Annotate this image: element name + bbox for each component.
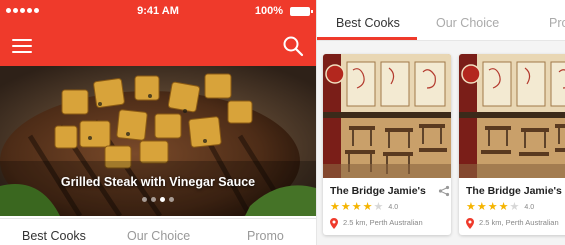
battery-percent: 100% <box>254 5 283 17</box>
star-icon: ★ <box>340 201 351 213</box>
restaurant-card[interactable]: The Bridge Jamie's ★ ★ ★ ★ ★ 4.0 2.5 km,… <box>323 54 451 235</box>
tab-our-choice[interactable]: Our Choice <box>436 16 499 30</box>
hero-carousel[interactable]: Grilled Steak with Vinegar Sauce <box>0 66 316 216</box>
location-pin-icon <box>466 218 474 229</box>
star-rating: ★ ★ ★ ★ ★ 4.0 <box>330 201 398 213</box>
home-screen: 9:41 AM 100% Grilled Steak with Vinegar … <box>0 0 316 245</box>
tab-best-cooks[interactable]: Best Cooks <box>22 229 86 243</box>
restaurant-interior-image <box>459 54 565 178</box>
search-icon[interactable] <box>282 35 304 57</box>
star-icon: ★ <box>487 201 498 213</box>
tab-our-choice[interactable]: Our Choice <box>127 229 190 243</box>
steak-dish-image <box>0 66 316 216</box>
rating-value: 4.0 <box>524 203 535 211</box>
category-tabs: Best Cooks Our Choice Promo <box>0 218 316 245</box>
restaurant-name: The Bridge Jamie's <box>330 185 426 197</box>
star-empty-icon: ★ <box>509 201 520 213</box>
pager-dot[interactable] <box>142 197 147 202</box>
pager-dot[interactable] <box>151 197 156 202</box>
restaurant-interior-image <box>323 54 451 178</box>
category-tabs-top: Best Cooks Our Choice Pro <box>317 0 565 41</box>
restaurant-name: The Bridge Jamie's <box>466 185 562 197</box>
hero-caption: Grilled Steak with Vinegar Sauce <box>60 175 256 189</box>
star-icon: ★ <box>476 201 487 213</box>
battery-icon <box>290 7 313 16</box>
app-header <box>0 24 316 66</box>
carousel-pager[interactable] <box>0 197 316 202</box>
star-icon: ★ <box>351 201 362 213</box>
hamburger-menu-icon[interactable] <box>12 39 32 54</box>
rating-value: 4.0 <box>388 203 399 211</box>
restaurant-card[interactable]: The Bridge Jamie's ★ ★ ★ ★ ★ 4.0 2.5 km,… <box>459 54 565 235</box>
pager-dot[interactable] <box>169 197 174 202</box>
status-bar: 9:41 AM 100% <box>0 0 316 24</box>
active-tab-indicator <box>317 37 417 40</box>
tab-best-cooks[interactable]: Best Cooks <box>336 16 400 30</box>
best-cooks-screen: Best Cooks Our Choice Pro <box>316 0 565 245</box>
tab-promo[interactable]: Pro <box>549 16 565 30</box>
star-icon: ★ <box>466 201 476 213</box>
star-icon: ★ <box>362 201 373 213</box>
star-rating: ★ ★ ★ ★ ★ 4.0 <box>466 201 534 213</box>
location-pin-icon <box>330 218 338 229</box>
restaurant-location: 2.5 km, Perth Australian <box>479 218 559 227</box>
restaurant-location: 2.5 km, Perth Australian <box>343 218 423 227</box>
star-empty-icon: ★ <box>373 201 384 213</box>
share-icon[interactable] <box>438 185 450 197</box>
tab-promo[interactable]: Promo <box>247 229 284 243</box>
star-icon: ★ <box>498 201 509 213</box>
star-icon: ★ <box>330 201 340 213</box>
pager-dot-active[interactable] <box>160 197 165 202</box>
